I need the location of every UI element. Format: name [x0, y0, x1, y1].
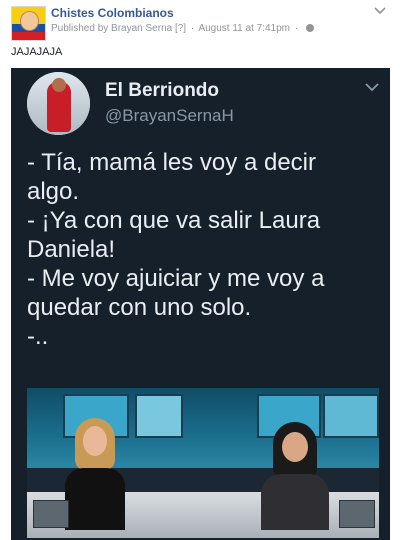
tweet-line-4: Daniela!: [27, 236, 116, 263]
tweet-body: - Tía, mamá les voy a decir algo. - ¡Ya …: [27, 148, 377, 351]
tweet-line-1: - Tía, mamá les voy a decir: [27, 149, 316, 176]
chevron-down-icon: [365, 83, 379, 92]
help-marker[interactable]: [?]: [175, 23, 186, 34]
tweet-avatar-head: [52, 78, 66, 92]
post-timestamp[interactable]: August 11 at 7:41pm: [198, 23, 290, 34]
post-text: JAJAJAJA: [11, 46, 63, 58]
anchor-left-face: [83, 426, 107, 456]
anchor-left: [63, 418, 127, 530]
anchor-right: [255, 422, 335, 530]
page-avatar[interactable]: [11, 6, 46, 41]
post-meta: Published by Brayan Serna [?] · August 1…: [51, 23, 314, 34]
tweet-line-6: quedar con uno solo.: [27, 294, 252, 321]
flag-red-stripe: [12, 32, 45, 40]
studio-screen-2: [135, 394, 183, 438]
tweet-line-3: - ¡Ya con que va salir Laura: [27, 207, 321, 234]
tweet-screenshot[interactable]: El Berriondo @BrayanSernaH - Tía, mamá l…: [11, 68, 390, 540]
meta-separator: ·: [190, 23, 195, 34]
laptop-right: [339, 500, 375, 528]
anchor-right-face: [282, 432, 308, 462]
chevron-down-icon[interactable]: [374, 6, 386, 16]
anchor-right-body: [261, 474, 329, 530]
facebook-post: Chistes Colombianos Published by Brayan …: [0, 0, 400, 540]
tweet-author-handle: @BrayanSernaH: [105, 106, 234, 125]
anchor-left-body: [65, 468, 125, 530]
tweet-author-name: El Berriondo: [105, 80, 220, 101]
tweet-media-photo[interactable]: [27, 388, 379, 538]
tweet-line-2: algo.: [27, 178, 80, 205]
page-name-link[interactable]: Chistes Colombianos: [51, 6, 174, 20]
tweet-line-5: - Me voy ajuiciar y me voy a: [27, 265, 325, 292]
globe-icon[interactable]: [305, 24, 314, 32]
tweet-avatar: [27, 72, 90, 135]
meta-separator-2: ·: [294, 23, 299, 34]
published-by-text[interactable]: Published by Brayan Serna: [51, 23, 172, 34]
tweet-line-7: -..: [27, 323, 49, 350]
laptop-left: [33, 500, 69, 528]
mascot-face: [20, 11, 39, 31]
